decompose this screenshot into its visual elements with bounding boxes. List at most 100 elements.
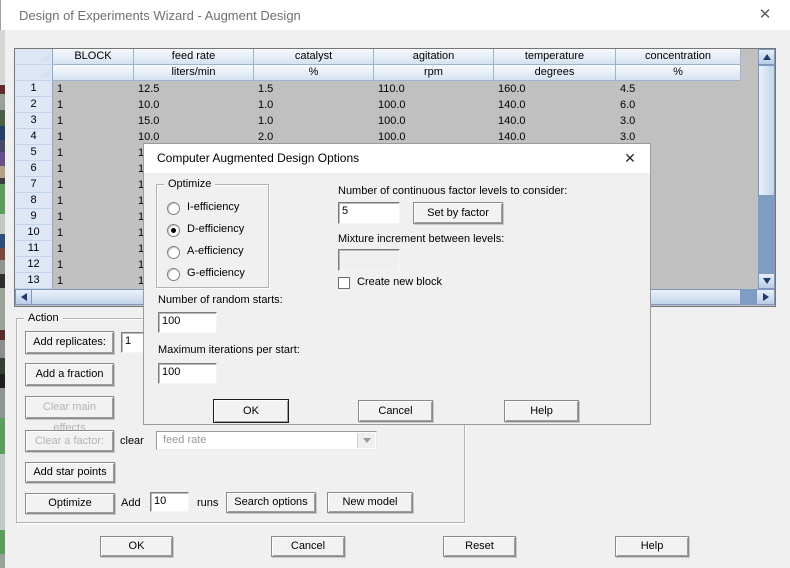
table-cell[interactable]: 1 [53,161,134,177]
dialog-close-icon[interactable]: ✕ [620,149,640,167]
table-cell[interactable]: 1 [53,113,134,129]
column-header[interactable]: BLOCK [53,49,134,65]
row-number[interactable]: 6 [15,161,53,177]
random-starts-input[interactable]: 100 [158,312,217,333]
radio-option[interactable]: D-efficiency [167,221,264,243]
column-unit[interactable]: % [254,65,374,81]
footer-reset-button[interactable]: Reset [443,536,516,557]
table-corner-cell[interactable] [15,65,53,81]
radio-option[interactable]: G-efficiency [167,265,264,287]
column-unit[interactable]: degrees [494,65,616,81]
column-header[interactable]: concentration [616,49,741,65]
table-cell[interactable]: 110.0 [374,81,494,97]
table-cell[interactable]: 1.0 [254,97,374,113]
chevron-down-icon [363,438,371,443]
scroll-down-button[interactable] [758,273,775,289]
create-new-block-checkbox[interactable] [338,277,350,289]
radio-label: D-efficiency [187,223,244,235]
radio-icon[interactable] [167,246,180,259]
table-cell[interactable]: 100.0 [374,97,494,113]
row-number[interactable]: 7 [15,177,53,193]
table-cell[interactable]: 1 [53,257,134,273]
row-number[interactable]: 2 [15,97,53,113]
dialog-cancel-button[interactable]: Cancel [358,400,433,422]
optimize-button[interactable]: Optimize [25,493,115,514]
table-cell[interactable]: 1 [53,193,134,209]
set-by-factor-button[interactable]: Set by factor [413,202,503,224]
radio-option[interactable]: I-efficiency [167,199,264,221]
max-iterations-input[interactable]: 100 [158,363,217,384]
column-unit[interactable]: % [616,65,741,81]
table-cell[interactable]: 1 [53,97,134,113]
scroll-left-button[interactable] [15,289,32,305]
add-replicates-button[interactable]: Add replicates: [25,331,114,354]
scroll-up-button[interactable] [758,49,775,65]
table-cell[interactable]: 15.0 [134,113,254,129]
row-number[interactable]: 4 [15,129,53,145]
table-cell[interactable]: 1 [53,273,134,289]
column-header[interactable]: catalyst [254,49,374,65]
table-cell[interactable]: 1 [53,209,134,225]
column-header[interactable]: agitation [374,49,494,65]
column-header[interactable]: feed rate [134,49,254,65]
table-cell[interactable]: 10.0 [134,97,254,113]
row-number[interactable]: 1 [15,81,53,97]
dialog-titlebar: Computer Augmented Design Options ✕ [144,144,650,173]
window-close-icon[interactable]: ✕ [754,5,776,25]
clear-factor-button[interactable]: Clear a factor: [25,430,114,452]
row-number[interactable]: 8 [15,193,53,209]
table-cell[interactable]: 1 [53,129,134,145]
mixture-input[interactable] [338,249,400,271]
table-cell[interactable]: 1 [53,81,134,97]
radio-icon[interactable] [167,202,180,215]
dialog-help-button[interactable]: Help [504,400,579,422]
table-cell[interactable]: 140.0 [494,97,616,113]
add-fraction-button[interactable]: Add a fraction [25,363,114,386]
row-number[interactable]: 11 [15,241,53,257]
column-unit[interactable] [53,65,134,81]
row-number[interactable]: 3 [15,113,53,129]
table-filler [741,65,758,81]
table-cell[interactable]: 6.0 [616,97,741,113]
table-cell[interactable]: 1 [53,241,134,257]
row-number[interactable]: 13 [15,273,53,289]
footer-help-button[interactable]: Help [615,536,689,557]
radio-selected-icon[interactable] [167,224,180,237]
table-cell[interactable]: 160.0 [494,81,616,97]
add-star-points-button[interactable]: Add star points [25,462,115,483]
column-unit[interactable]: liters/min [134,65,254,81]
table-cell[interactable]: 1.0 [254,113,374,129]
row-number[interactable]: 5 [15,145,53,161]
table-cell[interactable]: 1 [53,145,134,161]
vertical-scrollbar-thumb[interactable] [758,65,775,196]
footer-ok-button[interactable]: OK [100,536,173,557]
radio-option[interactable]: A-efficiency [167,243,264,265]
row-number[interactable]: 9 [15,209,53,225]
footer-cancel-button[interactable]: Cancel [271,536,345,557]
table-cell[interactable]: 12.5 [134,81,254,97]
table-cell[interactable]: 1 [53,225,134,241]
row-number[interactable]: 12 [15,257,53,273]
dialog-ok-button[interactable]: OK [213,399,289,423]
table-cell[interactable]: 1 [53,177,134,193]
runs-input[interactable]: 10 [150,492,189,512]
table-cell[interactable]: 1.5 [254,81,374,97]
table-cell[interactable]: 140.0 [494,113,616,129]
clear-main-effects-button[interactable]: Clear main effects [25,396,114,419]
table-cell[interactable]: 3.0 [616,113,741,129]
column-header[interactable]: temperature [494,49,616,65]
table-cell[interactable]: 4.5 [616,81,741,97]
table-cell[interactable]: 100.0 [374,113,494,129]
column-unit[interactable]: rpm [374,65,494,81]
levels-input[interactable]: 5 [338,202,400,224]
factor-dropdown[interactable]: feed rate [156,431,377,450]
scroll-right-button[interactable] [756,289,775,305]
new-model-button[interactable]: New model [327,492,413,513]
table-corner-cell[interactable] [15,49,53,65]
search-options-button[interactable]: Search options [226,492,316,513]
row-number[interactable]: 10 [15,225,53,241]
dropdown-button[interactable] [357,433,375,448]
table-header-row-units: liters/min % rpm degrees % [15,65,775,81]
vertical-scrollbar[interactable] [758,49,775,289]
radio-icon[interactable] [167,268,180,281]
